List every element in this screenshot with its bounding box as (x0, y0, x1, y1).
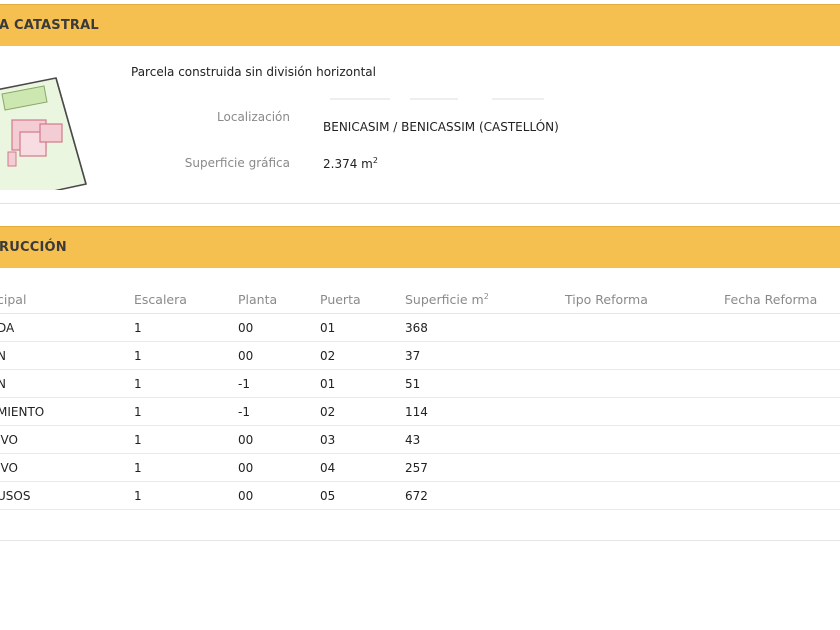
cell-fecha-reforma (724, 341, 840, 370)
divider (0, 203, 840, 204)
table-row: MIENTO 1 -1 02 114 (0, 397, 840, 426)
section-header-datos-catastral: A CATASTRAL (0, 4, 840, 46)
cell-puerta: 04 (320, 453, 405, 482)
cell-planta: 00 (238, 425, 320, 454)
cell-puerta: 02 (320, 341, 405, 370)
localizacion-value: BENICASIM / BENICASSIM (CASTELLÓN) (323, 120, 559, 134)
cell-escalera: 1 (134, 425, 238, 454)
table-row: N1000237 (0, 341, 840, 370)
cell-puerta: 05 (320, 481, 405, 510)
cell-uso: N (0, 369, 134, 398)
cell-uso: MIENTO (0, 397, 134, 426)
cell-superficie: 257 (405, 453, 565, 482)
faint-line (410, 98, 458, 100)
table-row: IVO1000343 (0, 425, 840, 454)
cell-tipo-reforma (565, 453, 724, 482)
cell-uso: N (0, 341, 134, 370)
table-row: N1-10151 (0, 369, 840, 398)
cell-escalera: 1 (134, 369, 238, 398)
cell-superficie: 672 (405, 481, 565, 510)
cell-superficie: 37 (405, 341, 565, 370)
cell-tipo-reforma (565, 425, 724, 454)
table-header-row: cipal Escalera Planta Puerta Superficie … (0, 286, 840, 314)
cell-planta: -1 (238, 369, 320, 398)
cell-puerta: 02 (320, 397, 405, 426)
cell-escalera: 1 (134, 397, 238, 426)
cell-fecha-reforma (724, 397, 840, 426)
cell-fecha-reforma (724, 313, 840, 342)
cell-superficie: 368 (405, 313, 565, 342)
col-header-tipo-reforma: Tipo Reforma (565, 286, 724, 314)
cell-escalera: 1 (134, 453, 238, 482)
col-header-superficie-text: Superficie m (405, 292, 484, 308)
col-header-fecha-reforma: Fecha Reforma (724, 286, 840, 314)
cell-planta: -1 (238, 397, 320, 426)
col-header-escalera: Escalera (134, 286, 238, 314)
faint-line (492, 98, 544, 100)
divider (0, 540, 840, 541)
col-header-superficie: Superficie m2 (405, 286, 565, 314)
faint-line (330, 98, 390, 100)
cell-superficie: 114 (405, 397, 565, 426)
cell-uso: IVO (0, 425, 134, 454)
table-body: DA10001368N1000237N1-10151MIENTO1-102114… (0, 313, 840, 510)
cell-uso: IVO (0, 453, 134, 482)
construction-table: cipal Escalera Planta Puerta Superficie … (0, 286, 840, 510)
cell-escalera: 1 (134, 481, 238, 510)
table-row: IVO10004257 (0, 453, 840, 482)
cell-fecha-reforma (724, 481, 840, 510)
cell-fecha-reforma (724, 425, 840, 454)
parcel-map-thumbnail[interactable] (0, 60, 92, 190)
cell-puerta: 01 (320, 313, 405, 342)
col-header-superficie-sup: 2 (483, 291, 489, 301)
col-header-puerta: Puerta (320, 286, 405, 314)
cell-tipo-reforma (565, 313, 724, 342)
superficie-unit-sup: 2 (372, 156, 378, 165)
cell-planta: 00 (238, 313, 320, 342)
cell-tipo-reforma (565, 397, 724, 426)
table-row: DA10001368 (0, 313, 840, 342)
cell-planta: 00 (238, 453, 320, 482)
superficie-grafica-label: Superficie gráfica (184, 156, 290, 170)
col-header-planta: Planta (238, 286, 320, 314)
superficie-value-text: 2.374 m (323, 157, 373, 171)
cell-puerta: 01 (320, 369, 405, 398)
section-title: RUCCIÓN (0, 239, 67, 255)
cell-uso: DA (0, 313, 134, 342)
cell-tipo-reforma (565, 369, 724, 398)
cell-tipo-reforma (565, 481, 724, 510)
parcel-info-block: Parcela construida sin división horizont… (0, 46, 840, 204)
cell-planta: 00 (238, 341, 320, 370)
cell-superficie: 43 (405, 425, 565, 454)
cell-escalera: 1 (134, 341, 238, 370)
cell-puerta: 03 (320, 425, 405, 454)
parcel-description: Parcela construida sin división horizont… (131, 65, 376, 79)
cell-escalera: 1 (134, 313, 238, 342)
cell-planta: 00 (238, 481, 320, 510)
superficie-grafica-value: 2.374 m2 (323, 156, 378, 171)
section-title: A CATASTRAL (0, 17, 99, 33)
cell-superficie: 51 (405, 369, 565, 398)
cell-fecha-reforma (724, 369, 840, 398)
cell-fecha-reforma (724, 453, 840, 482)
section-header-construccion: RUCCIÓN (0, 226, 840, 268)
table-row: USOS 1 00 05 672 (0, 481, 840, 510)
cell-uso: USOS (0, 481, 134, 510)
cell-tipo-reforma (565, 341, 724, 370)
col-header-uso: cipal (0, 286, 134, 314)
localizacion-label: Localización (217, 110, 290, 124)
